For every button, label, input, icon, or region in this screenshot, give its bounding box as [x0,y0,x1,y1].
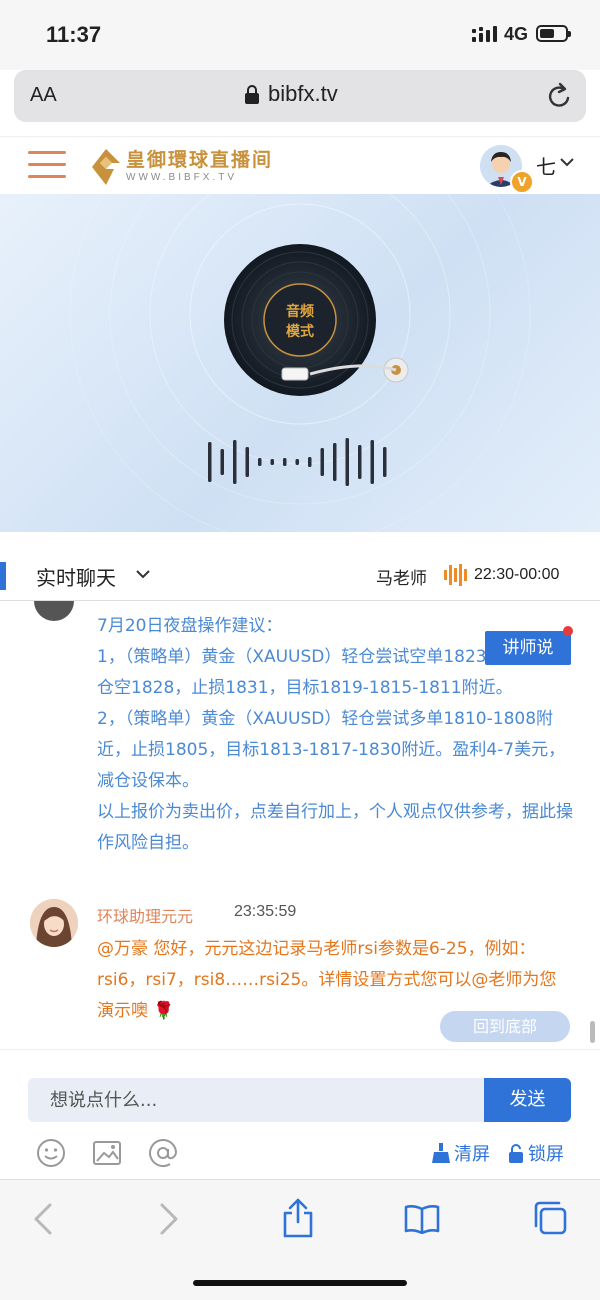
waveform-bar [345,438,349,486]
audio-player: 音频 模式 [0,194,600,532]
back-icon[interactable] [32,1202,54,1236]
waveform-bar [358,445,362,479]
reload-icon[interactable] [546,81,574,111]
tabs-icon[interactable] [532,1200,568,1236]
composer: 发送 清屏 锁屏 [0,1049,600,1180]
assistant-avatar-illustration [30,899,78,947]
waveform-bar [283,458,287,466]
status-time: 11:37 [46,22,102,47]
waveform-bar [370,440,374,484]
hamburger-menu-icon[interactable] [28,149,66,181]
vip-badge-icon: V [510,170,534,194]
waveform-bar [208,442,212,482]
waveform-bar [308,457,312,467]
user-name[interactable]: 七 [536,151,556,180]
chevron-down-icon[interactable] [136,569,150,579]
waveform-bar [320,448,324,476]
site-header: 皇御環球直播间 WWW.BIBFX.TV V 七 [0,136,600,195]
address-bar[interactable]: AA bibfx.tv [14,70,586,122]
forward-icon[interactable] [158,1202,180,1236]
logo-url: WWW.BIBFX.TV [126,172,237,183]
status-bar: 11:37 4G [0,0,600,70]
lock-screen-label: 锁屏 [528,1144,564,1165]
signal-icon [472,26,497,42]
url-domain: bibfx.tv [268,81,338,106]
site-logo[interactable]: 皇御環球直播间 WWW.BIBFX.TV [90,145,290,189]
clear-screen-button[interactable]: 清屏 [432,1140,490,1166]
waveform-bar [295,459,299,465]
logo-mark-icon [92,149,120,185]
share-icon[interactable] [282,1198,314,1238]
chat-header: 实时聊天 马老师 22:30-00:00 [0,548,600,601]
audio-waveform [208,438,387,486]
url-display[interactable]: bibfx.tv [244,81,338,107]
browser-toolbar [0,1179,600,1300]
back-to-bottom-button[interactable]: 回到底部 [440,1011,570,1042]
lock-screen-button[interactable]: 锁屏 [508,1140,564,1166]
scrollbar[interactable] [590,1021,595,1043]
teacher-says-button[interactable]: 讲师说 [485,631,571,665]
waveform-bar [258,458,262,466]
avatar [34,601,74,621]
broadcast-schedule: 22:30-00:00 [474,566,560,583]
clear-screen-label: 清屏 [454,1144,490,1165]
network-type: 4G [504,24,529,44]
lock-icon [509,1144,523,1163]
player-mode-line1: 音频 [286,303,314,320]
live-audio-icon [444,564,467,586]
mention-icon[interactable] [148,1138,178,1168]
vinyl-record-icon: 音频 模式 [224,244,409,396]
bookmarks-icon[interactable] [404,1204,440,1234]
text-size-button[interactable]: AA [30,84,57,107]
message-time: 23:35:59 [234,903,297,920]
home-indicator [193,1280,407,1286]
logo-title: 皇御環球直播间 [126,149,274,171]
text-size-label: AA [30,84,57,106]
message-input[interactable] [28,1078,484,1122]
waveform-bar [333,443,337,481]
chat-tab-indicator [0,562,6,590]
battery-icon [536,25,571,42]
emoji-icon[interactable] [36,1138,66,1168]
lock-icon [245,85,259,104]
waveform-bar [245,447,249,477]
notification-dot [563,626,573,636]
chat-messages[interactable]: 7月20日夜盘操作建议： 1，（策略单）黄金（XAUUSD）轻仓尝试空单1823… [0,601,600,1049]
broom-icon [432,1143,450,1163]
chevron-down-icon[interactable] [560,157,574,167]
player-mode-line2: 模式 [286,323,314,340]
waveform-bar [220,449,224,475]
message-sender: 环球助理元元 [97,907,194,926]
waveform-bar [383,447,387,477]
image-icon[interactable] [92,1138,122,1168]
send-button[interactable]: 发送 [484,1078,571,1122]
waveform-bar [270,459,274,465]
current-teacher: 马老师 [376,569,427,589]
waveform-bar [233,440,237,484]
live-chat-tab[interactable]: 实时聊天 [36,562,116,591]
assistant-avatar [30,899,78,947]
